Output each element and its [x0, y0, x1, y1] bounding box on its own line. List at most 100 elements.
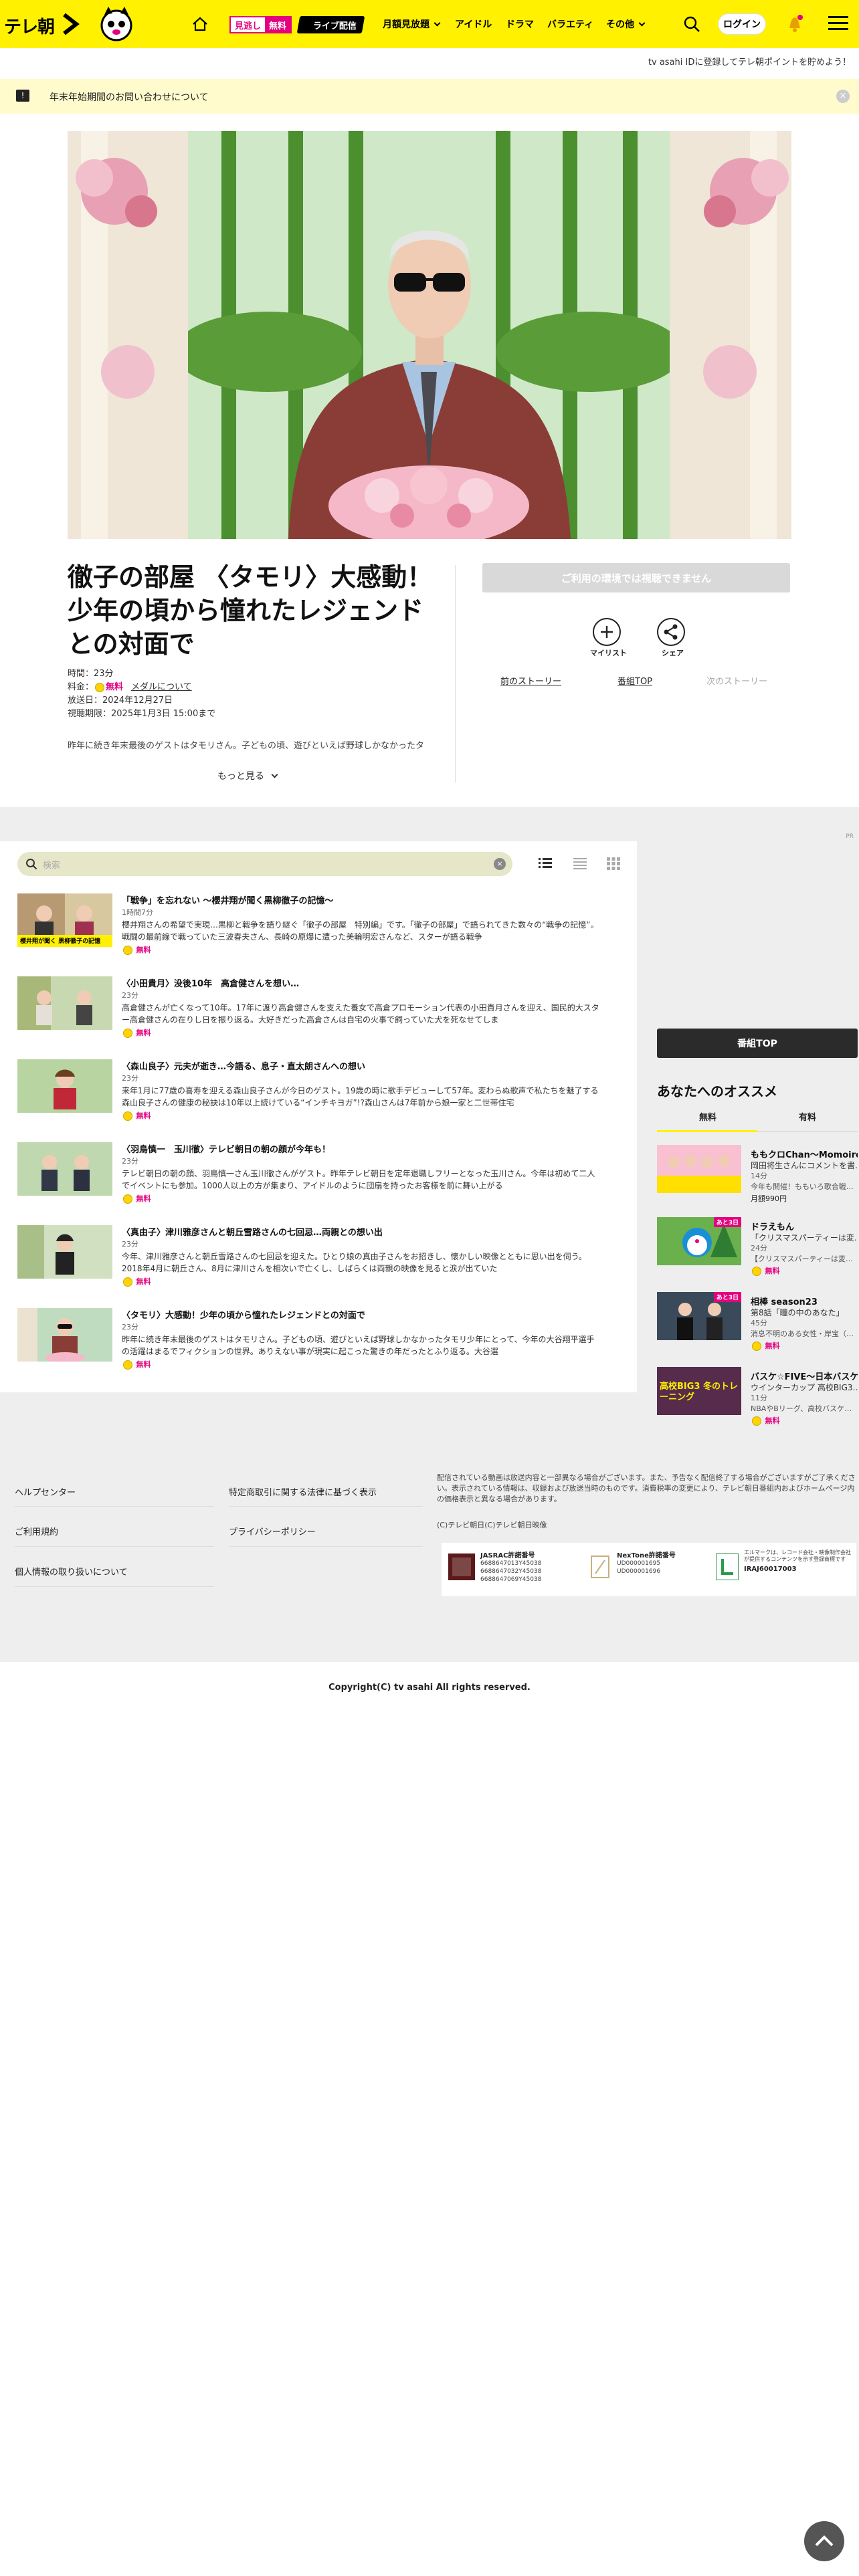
episode-title: 〈森山良子〉元夫が逝き…今語る、息子・直太朗さんへの想い — [122, 1062, 366, 1072]
search-icon[interactable] — [682, 15, 701, 33]
close-icon[interactable]: × — [836, 90, 850, 103]
recommend-subtitle: ウインターカップ 高校BIG3… — [751, 1383, 858, 1392]
nav-monthly-label: 月額見放題 — [383, 19, 430, 30]
episode-item[interactable]: 〈森山良子〉元夫が逝き…今語る、息子・直太朗さんへの想い 23分 来年1月に77… — [17, 1059, 619, 1123]
coin-icon — [123, 1029, 132, 1038]
episode-title: 「戦争」を忘れない ～櫻井翔が聞く黒柳徹子の記憶～ — [122, 896, 334, 906]
share-button[interactable] — [657, 618, 685, 646]
grid-view-icon[interactable] — [606, 856, 621, 871]
chevron-up-icon — [815, 2535, 834, 2547]
recommend-item[interactable]: あと3日 ドラえもん 「クリスマスパーティーは変… 24分 【クリスマスパーティ… — [657, 1217, 859, 1276]
expiry-date: 視聴期限：2025年1月3日 15:00まで — [68, 709, 216, 719]
commerce-law-link[interactable]: 特定商取引に関する法律に基づく表示 — [229, 1485, 377, 1498]
search-input[interactable]: 検索 — [43, 858, 60, 871]
privacy-policy-link[interactable]: プライバシーポリシー — [229, 1525, 316, 1537]
recommend-subtitle: 「クリスマスパーティーは変… — [751, 1233, 858, 1243]
prev-story-link[interactable]: 前のストーリー — [500, 674, 561, 687]
episode-thumbnail — [17, 1059, 112, 1113]
recommend-item[interactable]: あと3日 相棒 season23 第8話「瞳の中のあなた」 45分 消息不明のあ… — [657, 1292, 859, 1351]
program-top-button[interactable]: 番組TOP — [657, 1029, 858, 1058]
episode-item[interactable]: 〈小田貴月〉没後10年 高倉健さんを想い… 23分 高倉健さんが亡くなって10年… — [17, 976, 619, 1041]
lmark-description: エルマークは、レコード会社・映像制作会社が提供するコンテンツを示す登録商標です — [744, 1549, 851, 1562]
mylist-button[interactable] — [593, 618, 621, 646]
login-button[interactable]: ログイン — [718, 13, 766, 35]
recommend-item[interactable]: ももクロChan～Momoiro Clover Z Channel～ 岡田将生さ… — [657, 1145, 859, 1204]
episode-price: 無料 — [122, 1110, 151, 1121]
clear-icon[interactable]: × — [494, 858, 506, 870]
nextone-number: UD000001696 — [617, 1568, 661, 1575]
nextone-text: NexTone許諾番号 UD000001695 UD000001696 — [617, 1549, 676, 1576]
episode-title: 〈小田貴月〉没後10年 高倉健さんを想い… — [122, 979, 300, 989]
nav-other-label: その他 — [606, 19, 634, 30]
recommend-price: 無料 — [751, 1265, 780, 1276]
bell-icon[interactable] — [785, 13, 804, 33]
program-top-link[interactable]: 番組TOP — [617, 674, 652, 687]
id-promo-link[interactable]: tv asahi IDに登録してテレ朝ポイントを貯めよう！ — [0, 55, 859, 68]
home-icon[interactable] — [191, 15, 209, 33]
lmark-text: エルマークは、レコード会社・映像制作会社が提供するコンテンツを示す登録商標です … — [744, 1549, 851, 1573]
recommend-extra: 消息不明のある女性・岸宝（… — [751, 1329, 854, 1338]
episode-thumb-art — [17, 976, 112, 1030]
watch-button[interactable]: ご利用の環境では視聴できません — [482, 563, 790, 593]
hamburger-menu-icon[interactable] — [828, 16, 848, 31]
recommend-heading: あなたへのオススメ — [657, 1083, 777, 1099]
price-label: 料金： — [68, 682, 94, 692]
recommend-thumbnail — [657, 1145, 741, 1193]
hero-illustration — [68, 131, 791, 539]
coin-icon — [752, 1416, 761, 1426]
nav-drama[interactable]: ドラマ — [506, 17, 534, 31]
lmark-block: エルマークは、レコード会社・映像制作会社が提供するコンテンツを示す登録商標です … — [716, 1549, 853, 1590]
lmark-logo-icon — [716, 1553, 739, 1580]
episode-item[interactable]: 〈タモリ〉大感動！少年の頃から憧れたレジェンドとの対面で 23分 昨年に続き年末… — [17, 1308, 619, 1372]
tab-paid[interactable]: 有料 — [799, 1110, 816, 1123]
search-icon — [26, 859, 37, 870]
nav-other[interactable]: その他 — [606, 17, 646, 31]
free-catchup-link[interactable]: 見逃し 無料 — [229, 16, 292, 33]
episode-item[interactable]: 櫻井翔が聞く 黒柳徹子の記憶 「戦争」を忘れない ～櫻井翔が聞く黒柳徹子の記憶～… — [17, 893, 619, 958]
personal-info-link[interactable]: 個人情報の取り扱いについて — [15, 1565, 128, 1578]
episode-duration: 23分 — [122, 1157, 138, 1166]
terms-link[interactable]: ご利用規約 — [15, 1525, 58, 1537]
episode-item[interactable]: 〈羽鳥慎一 玉川徹〉テレビ朝日の朝の顔が今年も！ 23分 テレビ朝日の朝の顔、羽… — [17, 1142, 619, 1206]
episode-search[interactable]: 検索 × — [17, 852, 512, 876]
free-label: 無料 — [765, 1341, 780, 1350]
share-label: シェア — [662, 649, 684, 657]
episode-title: 〈羽鳥慎一 玉川徹〉テレビ朝日の朝の顔が今年も！ — [122, 1145, 331, 1155]
notice-bar[interactable]: ! 年末年始期間のお問い合わせについて × — [0, 79, 859, 114]
episode-duration: 1時間7分 — [122, 908, 153, 917]
episode-thumb-art — [17, 1225, 112, 1279]
scroll-to-top-button[interactable] — [804, 2521, 844, 2561]
nextone-label: NexTone許諾番号 — [617, 1552, 676, 1560]
recommend-duration: 45分 — [751, 1319, 767, 1327]
divider — [229, 1506, 423, 1507]
recommend-item[interactable]: 高校BIG3 冬のトレーニング バスケ☆FIVE～日本バスケ最前線～ ウインター… — [657, 1367, 859, 1426]
episode-thumbnail — [17, 976, 112, 1030]
nav-variety[interactable]: バラエティ — [547, 17, 593, 31]
show-more-label: もっと見る — [217, 771, 264, 782]
catchup-label: 見逃し — [235, 21, 262, 31]
help-center-link[interactable]: ヘルプセンター — [15, 1485, 76, 1498]
medal-info-link[interactable]: メダルについて — [131, 682, 192, 692]
footer-small-copyright: (C)テレビ朝日(C)テレビ朝日映像 — [437, 1521, 547, 1529]
list-view-icon[interactable] — [538, 856, 553, 871]
episode-title: 〈真由子〉津川雅彦さんと朝丘雪路さんの七回忌…両親との想い出 — [122, 1228, 383, 1238]
nav-idol[interactable]: アイドル — [455, 17, 492, 31]
divider — [15, 1506, 214, 1507]
recommend-badge: あと3日 — [713, 1217, 741, 1227]
coin-icon — [123, 946, 132, 955]
nav-monthly[interactable]: 月額見放題 — [383, 17, 441, 31]
coin-icon — [123, 1111, 132, 1121]
live-stream-link[interactable]: ライブ配信 — [296, 16, 365, 33]
site-logo[interactable]: テレ朝 — [0, 4, 140, 44]
mascot-icon — [100, 7, 132, 41]
episode-item[interactable]: 〈真由子〉津川雅彦さんと朝丘雪路さんの七回忌…両親との想い出 23分 今年、津川… — [17, 1225, 619, 1289]
recommend-duration: 14分 — [751, 1172, 767, 1180]
show-more-button[interactable]: もっと見る — [217, 769, 278, 782]
logo-chevron-icon — [63, 13, 80, 35]
recommend-thumb-caption: 高校BIG3 冬のトレーニング — [660, 1382, 738, 1402]
tab-free[interactable]: 無料 — [699, 1110, 717, 1123]
free-label: 無料 — [136, 1360, 151, 1369]
coin-icon — [123, 1194, 132, 1204]
episode-price: 無料 — [122, 1359, 151, 1370]
compact-view-icon[interactable] — [573, 856, 587, 871]
